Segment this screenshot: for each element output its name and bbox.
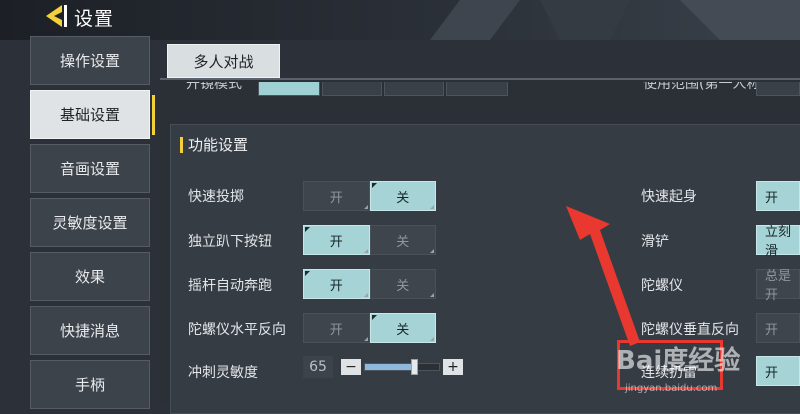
back-chevron-icon[interactable] [40, 2, 70, 30]
prone-button-toggle: 开 关 [303, 225, 436, 255]
quick-throw-off-option[interactable]: 关 [369, 181, 436, 211]
gyro-vertical-on-option[interactable]: 开 [756, 313, 800, 343]
auto-sprint-off-option[interactable]: 关 [369, 269, 436, 299]
sensitivity-increase-button[interactable]: + [443, 359, 463, 375]
sidebar-item-quick-message[interactable]: 快捷消息 [30, 306, 150, 355]
scope-mode-option[interactable] [446, 82, 508, 96]
sidebar-item-effects[interactable]: 效果 [30, 252, 150, 301]
scope-mode-label: 开镜模式 [186, 82, 242, 92]
section-title: 功能设置 [188, 136, 249, 154]
scope-mode-option[interactable] [322, 82, 382, 96]
sidebar-item-sensitivity[interactable]: 灵敏度设置 [30, 198, 150, 247]
prone-button-label: 独立趴下按钮 [188, 234, 272, 250]
auto-sprint-toggle: 开 关 [303, 269, 436, 299]
page-title: 设置 [74, 8, 115, 30]
quick-throw-label: 快速投掷 [188, 189, 244, 205]
gyro-horizontal-invert-toggle: 开 关 [303, 313, 436, 343]
scope-mode-option[interactable] [258, 82, 320, 96]
gyro-horizontal-on-option[interactable]: 开 [303, 313, 370, 343]
scope-range-label: 使用范围(第一人称) [643, 82, 766, 92]
background-decoration [430, 0, 800, 40]
scope-range-option[interactable] [756, 82, 800, 96]
sidebar-item-label: 手柄 [74, 376, 105, 394]
sprint-sensitivity-value: 65 [303, 356, 333, 378]
section-accent-bar [180, 137, 183, 153]
scope-mode-option[interactable] [384, 82, 444, 96]
tab-multiplayer[interactable]: 多人对战 [167, 44, 280, 78]
annotation-arrow-icon [566, 206, 640, 346]
sidebar-item-label: 效果 [74, 268, 105, 286]
sprint-sensitivity-slider[interactable] [364, 359, 440, 375]
watermark-brand: Bai度经验 [616, 345, 740, 376]
slide-mode-option[interactable]: 立刻滑 [756, 225, 800, 259]
quick-throw-toggle: 开 关 [303, 181, 436, 211]
sidebar-item-operation[interactable]: 操作设置 [30, 36, 150, 85]
quick-throw-on-option[interactable]: 开 [303, 181, 370, 211]
sidebar-item-audio-video[interactable]: 音画设置 [30, 144, 150, 193]
prone-button-off-option[interactable]: 关 [369, 225, 436, 255]
sidebar-item-label: 快捷消息 [59, 322, 120, 340]
auto-sprint-on-option[interactable]: 开 [303, 269, 370, 299]
sidebar-item-label: 音画设置 [59, 160, 120, 178]
continuous-grenade-on-option[interactable]: 开 [756, 356, 800, 386]
sprint-sensitivity-label: 冲刺灵敏度 [188, 365, 258, 381]
auto-sprint-label: 摇杆自动奔跑 [188, 278, 272, 294]
sensitivity-decrease-button[interactable]: − [341, 359, 361, 375]
tab-label: 多人对战 [193, 52, 254, 71]
slider-handle[interactable] [411, 359, 419, 375]
slider-fill [365, 364, 415, 370]
watermark-url: jingyan.baidu.com [625, 383, 718, 394]
gyro-horizontal-invert-label: 陀螺仪水平反向 [188, 322, 286, 338]
sidebar-item-label: 基础设置 [59, 106, 120, 124]
gyroscope-mode-option[interactable]: 总是开 [756, 269, 800, 303]
sidebar-item-basic[interactable]: 基础设置 [30, 90, 155, 139]
scrolled-setting-row: 开镜模式 使用范围(第一人称) [180, 82, 800, 102]
sidebar-item-label: 灵敏度设置 [52, 214, 128, 232]
quick-getup-on-option[interactable]: 开 [756, 181, 800, 211]
prone-button-on-option[interactable]: 开 [303, 225, 370, 255]
sidebar-item-label: 操作设置 [59, 52, 120, 70]
gyro-horizontal-off-option[interactable]: 关 [369, 313, 436, 343]
